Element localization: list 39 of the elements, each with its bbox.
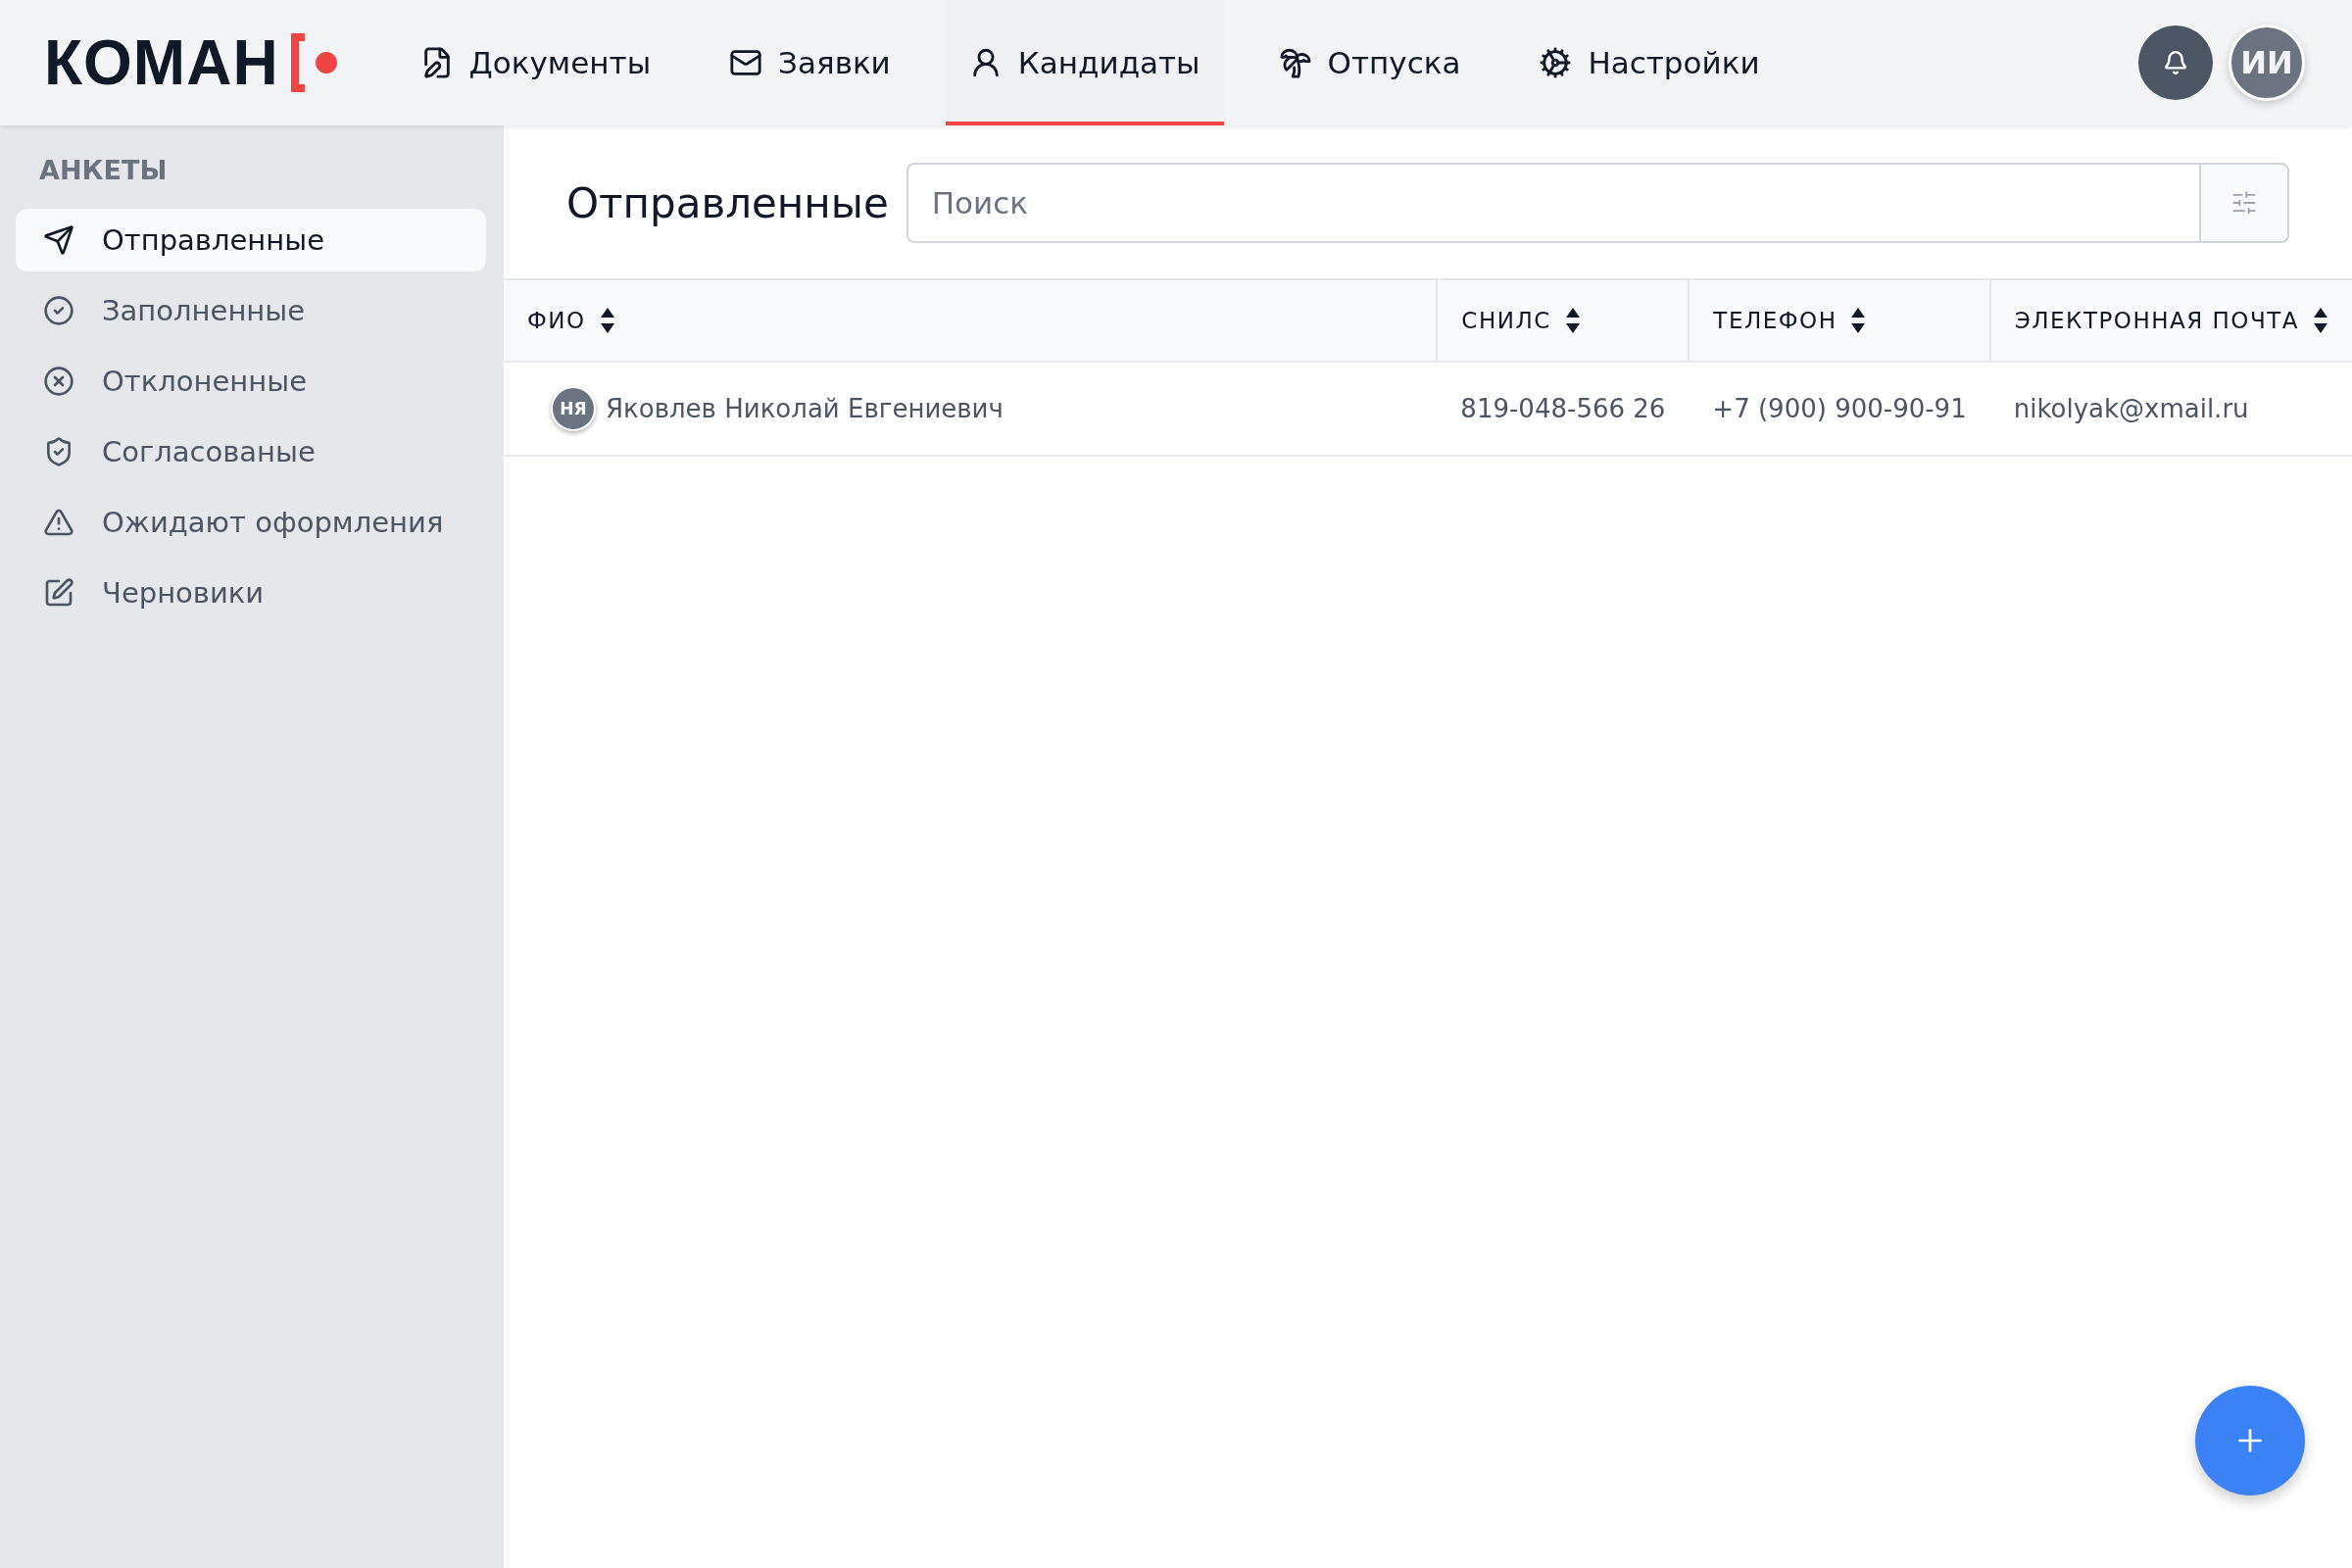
sidebar-item-label: Отправленные — [102, 223, 324, 257]
sidebar-item[interactable]: Отправленные — [16, 209, 486, 271]
sidebar-item-label: Заполненные — [102, 294, 306, 327]
nav-tab-label: Кандидаты — [1017, 45, 1200, 80]
column-header-label: ФИО — [527, 308, 586, 333]
sidebar-item[interactable]: Ожидают оформления — [16, 491, 486, 554]
sidebar-item-label: Ожидают оформления — [102, 506, 444, 539]
column-header[interactable]: СНИЛС — [1461, 307, 1581, 334]
nav-tab-label: Настройки — [1588, 45, 1760, 80]
nav-tab-label: Отпуска — [1327, 45, 1461, 80]
logo-text: КОМАН — [44, 26, 279, 99]
sidebar-item[interactable]: Черновики — [16, 562, 486, 624]
column-header[interactable]: ФИО — [527, 307, 615, 334]
sidebar-item[interactable]: Согласованые — [16, 420, 486, 483]
candidate-name: Яковлев Николай Евгениевич — [606, 394, 1004, 423]
nav-tab-label: Заявки — [778, 45, 891, 80]
nav-tab[interactable]: Отпуска — [1254, 0, 1485, 125]
sidebar-section-title: АНКЕТЫ — [38, 154, 169, 187]
snils-cell: 819-048-566 26 — [1460, 394, 1666, 423]
nav-tab[interactable]: Документы — [396, 0, 675, 125]
sidebar-item-label: Отклоненные — [102, 365, 307, 398]
sidebar-item-label: Черновики — [102, 576, 265, 610]
nav-tab[interactable]: Кандидаты — [945, 0, 1224, 125]
column-header[interactable]: ТЕЛЕФОН — [1713, 307, 1867, 334]
sidebar-item-label: Согласованые — [102, 435, 316, 468]
nav-tab[interactable]: Настройки — [1515, 0, 1784, 125]
page-title: Отправленные — [566, 178, 889, 227]
sidebar-item[interactable]: Заполненные — [16, 279, 486, 342]
sidebar-item[interactable]: Отклоненные — [16, 350, 486, 413]
nav-tab-label: Документы — [468, 45, 652, 80]
search-field[interactable]: Поиск — [906, 163, 2199, 243]
column-header-label: ЭЛЕКТРОННАЯ ПОЧТА — [2014, 308, 2299, 333]
column-header-label: ТЕЛЕФОН — [1713, 308, 1838, 333]
user-avatar[interactable]: ИИ — [2229, 24, 2305, 101]
email-cell: nikolyak@xmail.ru — [2013, 394, 2249, 423]
nav-tab[interactable]: Заявки — [706, 0, 914, 125]
candidate-avatar: НЯ — [551, 386, 596, 431]
phone-cell: +7 (900) 900-90-91 — [1712, 394, 1967, 423]
column-header-label: СНИЛС — [1461, 308, 1551, 333]
